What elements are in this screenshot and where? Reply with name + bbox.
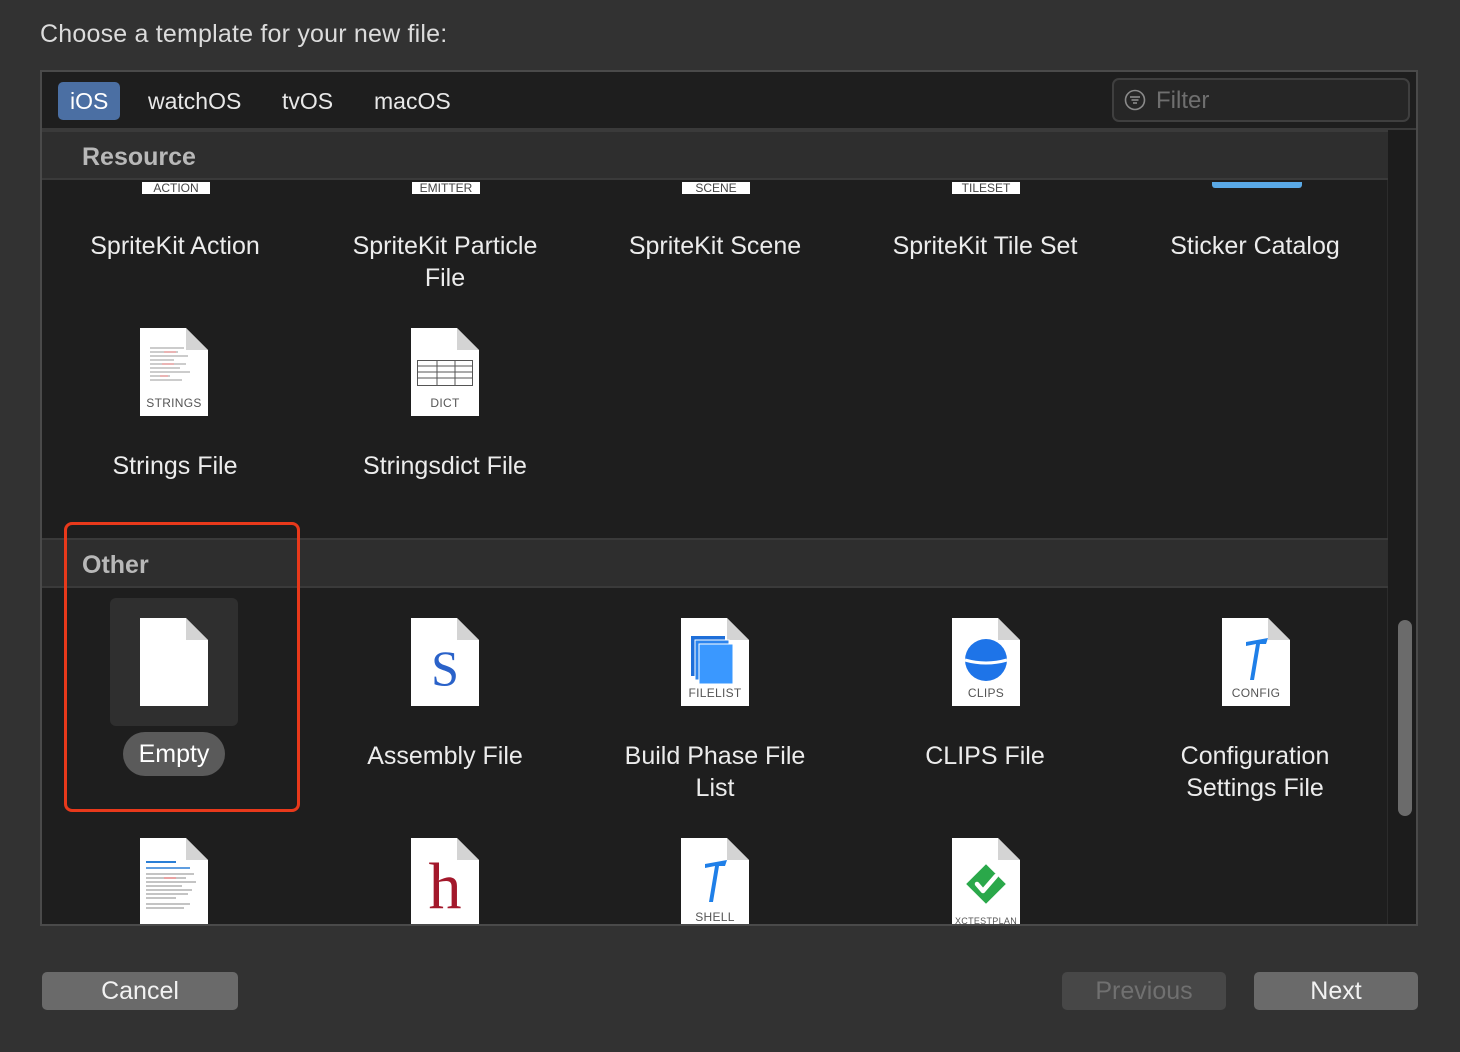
tab-watchos[interactable]: watchOS [136, 82, 253, 120]
template-clips-file[interactable]: CLIPS File [860, 740, 1110, 772]
previous-button[interactable]: Previous [1062, 972, 1226, 1010]
stringsdict-file-icon: DICT [411, 328, 479, 416]
sticker-catalog-icon [1212, 182, 1302, 188]
template-label: Assembly File [367, 742, 523, 770]
template-label: SpriteKit Particle File [352, 232, 538, 292]
template-sticker-catalog[interactable]: Sticker Catalog [1130, 230, 1380, 262]
tab-ios[interactable]: iOS [58, 82, 121, 120]
template-build-phase-file-list[interactable]: Build Phase File List [590, 740, 840, 804]
template-spritekit-particle-file[interactable]: SpriteKit Particle File [320, 230, 570, 294]
icon-caption: XCTESTPLAN [954, 916, 1017, 926]
template-spritekit-tile-set[interactable]: SpriteKit Tile Set [860, 230, 1110, 262]
filter-icon [1124, 89, 1146, 111]
tab-tvos[interactable]: tvOS [270, 82, 345, 120]
shell-script-icon: SHELL [681, 838, 749, 924]
strings-file-icon: STRINGS [140, 328, 208, 416]
next-button[interactable]: Next [1254, 972, 1418, 1010]
icon-caption: SHELL [695, 910, 735, 924]
template-strings-file[interactable]: Strings File [50, 450, 300, 482]
icon-caption: STRINGS [146, 396, 202, 410]
section-title: Resource [82, 143, 196, 171]
icon-caption: CONFIG [1231, 686, 1281, 700]
template-label: SpriteKit Action [90, 232, 260, 260]
spritekit-scene-icon: SCENE [682, 182, 750, 194]
template-label: Configuration Settings File [1180, 742, 1330, 802]
template-spritekit-scene[interactable]: SpriteKit Scene [590, 230, 840, 262]
template-label: Strings File [112, 452, 238, 480]
spritekit-tileset-icon: TILESET [952, 182, 1020, 194]
vertical-scrollbar[interactable] [1398, 620, 1412, 816]
template-label: SpriteKit Tile Set [892, 232, 1078, 260]
template-label: Build Phase File List [624, 742, 806, 802]
selection-highlight-annotation [64, 522, 300, 812]
filelist-icon: FILELIST [681, 618, 749, 706]
dialog-heading: Choose a template for your new file: [40, 20, 448, 48]
template-label: SpriteKit Scene [628, 232, 802, 260]
header-glyph: h [428, 850, 462, 923]
template-assembly-file[interactable]: Assembly File [320, 740, 570, 772]
rich-text-file-icon [140, 838, 208, 924]
template-configuration-settings-file[interactable]: Configuration Settings File [1130, 740, 1380, 804]
spritekit-action-icon: ACTION [142, 182, 210, 194]
template-label: Sticker Catalog [1170, 232, 1340, 260]
icon-caption: DICT [430, 396, 460, 410]
icon-caption: FILELIST [688, 686, 742, 700]
template-label: Stringsdict File [363, 452, 527, 480]
xctestplan-icon: XCTESTPLAN [952, 838, 1020, 926]
clips-file-icon: CLIPS [952, 618, 1020, 706]
filter-field[interactable] [1112, 78, 1410, 122]
section-header-resource: Resource [42, 130, 1388, 180]
cancel-button[interactable]: Cancel [42, 972, 238, 1010]
template-label: CLIPS File [925, 742, 1045, 770]
config-file-icon: CONFIG [1222, 618, 1290, 706]
spritekit-emitter-icon: EMITTER [412, 182, 480, 194]
template-spritekit-action[interactable]: SpriteKit Action [50, 230, 300, 262]
filter-input[interactable] [1154, 86, 1398, 116]
tab-macos[interactable]: macOS [362, 82, 463, 120]
platform-tab-bar: iOS watchOS tvOS macOS [42, 72, 1416, 130]
template-stringsdict-file[interactable]: Stringsdict File [320, 450, 570, 482]
assembly-glyph: S [431, 640, 459, 696]
icon-caption: CLIPS [967, 686, 1005, 700]
header-file-icon: h [411, 838, 479, 924]
assembly-file-icon: S [411, 618, 479, 706]
